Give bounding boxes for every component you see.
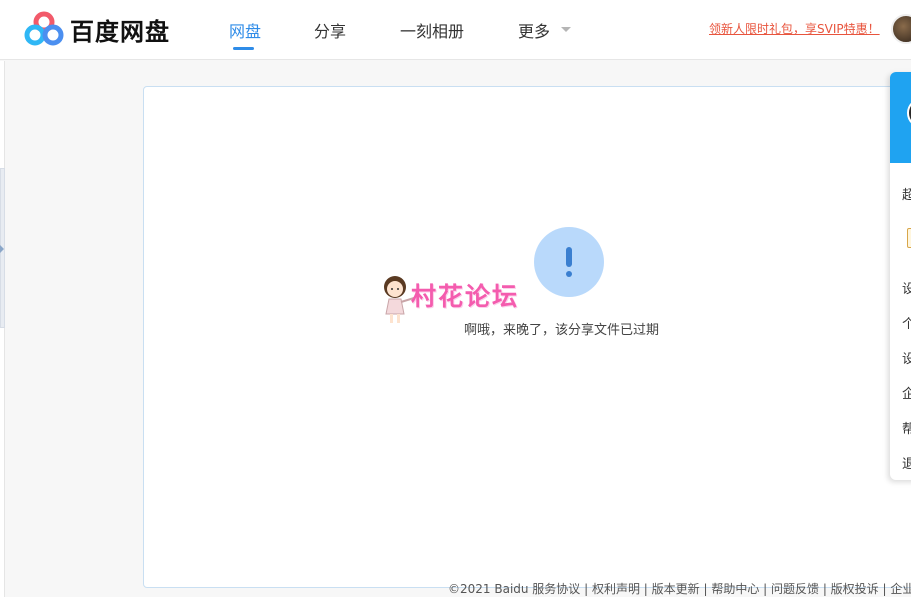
left-sidebar-strip [0, 61, 5, 597]
footer-links: ©2021 Baidu 服务协议 | 权利声明 | 版本更新 | 帮助中心 | … [448, 582, 911, 596]
exclamation-bar [566, 247, 572, 267]
nav-tab-more[interactable]: 更多 [518, 18, 550, 42]
panel-avatar[interactable] [907, 98, 911, 128]
exclamation-icon [534, 227, 604, 297]
nav-tab-netdisk[interactable]: 网盘 [229, 18, 261, 42]
panel-item-profile[interactable]: 个 [902, 313, 911, 332]
chevron-right-icon[interactable] [0, 245, 4, 253]
coupon-icon[interactable] [907, 228, 911, 248]
top-bar: 百度网盘 网盘 分享 一刻相册 更多 领新人限时礼包，享SVIP特惠！ [0, 0, 911, 60]
user-panel-header [890, 72, 911, 163]
panel-item-devices[interactable]: 设 [902, 348, 911, 367]
nav-tab-album[interactable]: 一刻相册 [400, 18, 464, 42]
panel-item-super-member[interactable]: 超 [902, 184, 911, 203]
panel-item-settings[interactable]: 设 [902, 278, 911, 297]
exclamation-dot [566, 271, 572, 277]
user-dropdown-panel: 超 设 个 设 企 帮 退 [890, 72, 911, 480]
forum-watermark: 村花论坛 [411, 282, 520, 311]
panel-item-logout[interactable]: 退 [902, 453, 911, 472]
chevron-down-icon[interactable] [561, 27, 571, 32]
active-tab-indicator [233, 47, 254, 50]
share-expired-message: 啊哦，来晚了，该分享文件已过期 [464, 323, 660, 338]
avatar[interactable] [891, 14, 911, 44]
panel-item-help[interactable]: 帮 [902, 418, 911, 437]
brand-name: 百度网盘 [70, 17, 170, 46]
panel-item-enterprise[interactable]: 企 [902, 383, 911, 402]
baidu-netdisk-logo[interactable]: 百度网盘 [24, 11, 170, 47]
nav-tab-share[interactable]: 分享 [314, 18, 346, 42]
cloud-logo-icon [24, 11, 64, 46]
promo-link[interactable]: 领新人限时礼包，享SVIP特惠！ [709, 20, 880, 37]
